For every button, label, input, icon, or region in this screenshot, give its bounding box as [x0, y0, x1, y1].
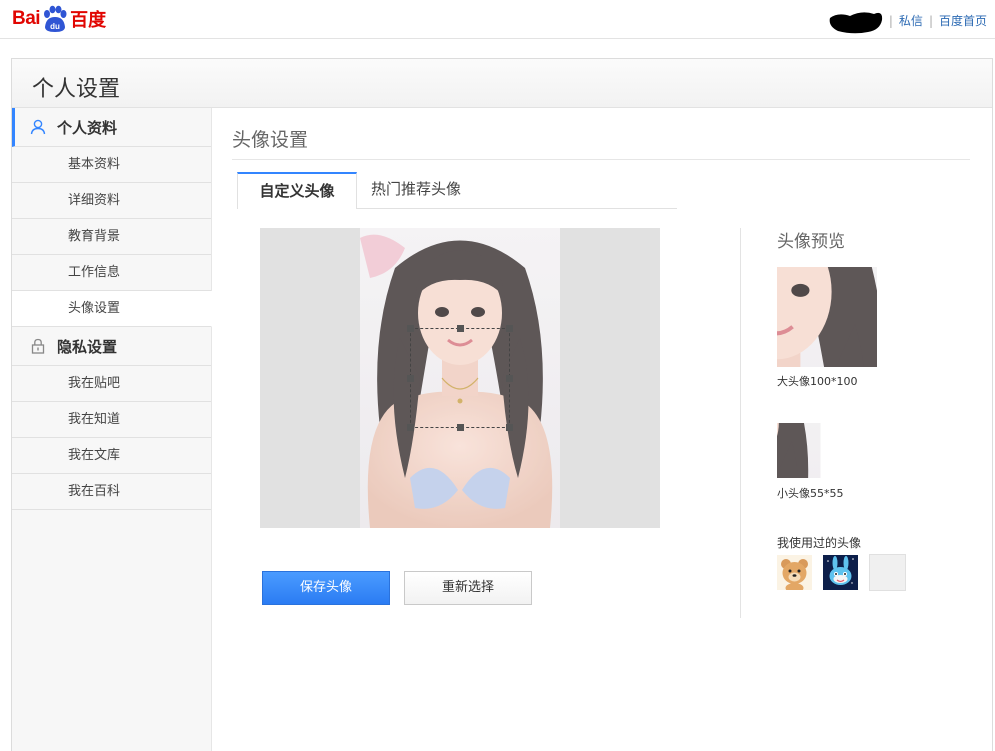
sidebar-group-label: 个人资料 [57, 118, 118, 137]
logo-text-bai: Bai [12, 8, 41, 29]
sidebar-item-wenku[interactable]: 我在文库 [12, 438, 211, 474]
small-avatar-label: 小头像55*55 [777, 487, 844, 500]
sidebar-item-basic-info[interactable]: 基本资料 [12, 147, 211, 183]
sidebar-group-privacy[interactable]: 隐私设置 [12, 327, 211, 366]
reselect-button[interactable]: 重新选择 [404, 571, 532, 605]
small-avatar-preview [777, 423, 832, 478]
preview-divider [740, 228, 741, 618]
avatar-crop-area[interactable] [260, 228, 660, 528]
sidebar-item-work-info[interactable]: 工作信息 [12, 255, 211, 291]
avatar-tabs: 自定义头像 热门推荐头像 [237, 172, 677, 209]
baidu-home-link[interactable]: 百度首页 [939, 12, 987, 29]
lock-icon [29, 337, 47, 355]
empty-avatar-slot [869, 554, 906, 591]
used-avatars-label: 我使用过的头像 [777, 536, 862, 550]
tab-custom-avatar[interactable]: 自定义头像 [237, 172, 357, 209]
save-avatar-button[interactable]: 保存头像 [262, 571, 390, 605]
crop-handle[interactable] [506, 424, 513, 431]
crop-handle[interactable] [506, 375, 513, 382]
crop-handle[interactable] [407, 375, 414, 382]
private-message-link[interactable]: 私信 [899, 12, 923, 29]
crop-handle[interactable] [506, 325, 513, 332]
sidebar-item-education[interactable]: 教育背景 [12, 219, 211, 255]
page-title: 个人设置 [32, 77, 121, 102]
sidebar-item-zhidao[interactable]: 我在知道 [12, 402, 211, 438]
top-bar: Bai du 百度 | 私信 | 百度首页 [0, 0, 995, 39]
paw-logo-icon: du [41, 5, 69, 33]
sidebar: 个人资料 基本资料 详细资料 教育背景 工作信息 头像设置 隐私设置 我在贴吧 … [12, 108, 212, 751]
crop-handle[interactable] [407, 325, 414, 332]
crop-handle[interactable] [457, 325, 464, 332]
sidebar-group-profile[interactable]: 个人资料 [12, 108, 211, 147]
settings-panel: 个人设置 个人资料 基本资料 详细资料 教育背景 工作信息 头像设置 隐私设置 … [11, 58, 993, 751]
separator: | [928, 13, 933, 28]
section-title: 头像设置 [232, 129, 309, 151]
sidebar-group-label: 隐私设置 [57, 337, 118, 356]
blue-rabbit-avatar-icon[interactable] [823, 555, 858, 590]
crop-handle[interactable] [407, 424, 414, 431]
tab-recommended-avatar[interactable]: 热门推荐头像 [357, 172, 475, 208]
user-icon [29, 118, 47, 136]
separator: | [888, 13, 893, 28]
logo-text-cn: 百度 [70, 10, 107, 31]
sidebar-item-tieba[interactable]: 我在贴吧 [12, 366, 211, 402]
top-links: | 私信 | 百度首页 [889, 12, 987, 29]
crop-selection-box[interactable] [407, 325, 513, 431]
crop-handle[interactable] [457, 424, 464, 431]
redacted-username [829, 12, 883, 34]
big-avatar-label: 大头像100*100 [777, 375, 858, 388]
sidebar-item-detailed-info[interactable]: 详细资料 [12, 183, 211, 219]
sidebar-item-avatar-settings[interactable]: 头像设置 [12, 291, 212, 327]
baidu-logo[interactable]: Bai du 百度 [12, 4, 106, 34]
panel-header: 个人设置 [12, 59, 992, 108]
section-divider [232, 159, 970, 160]
preview-title: 头像预览 [777, 232, 845, 252]
sidebar-item-baike[interactable]: 我在百科 [12, 474, 211, 510]
bear-avatar-icon[interactable] [777, 555, 812, 590]
big-avatar-preview [777, 267, 877, 367]
svg-text:du: du [50, 22, 60, 31]
